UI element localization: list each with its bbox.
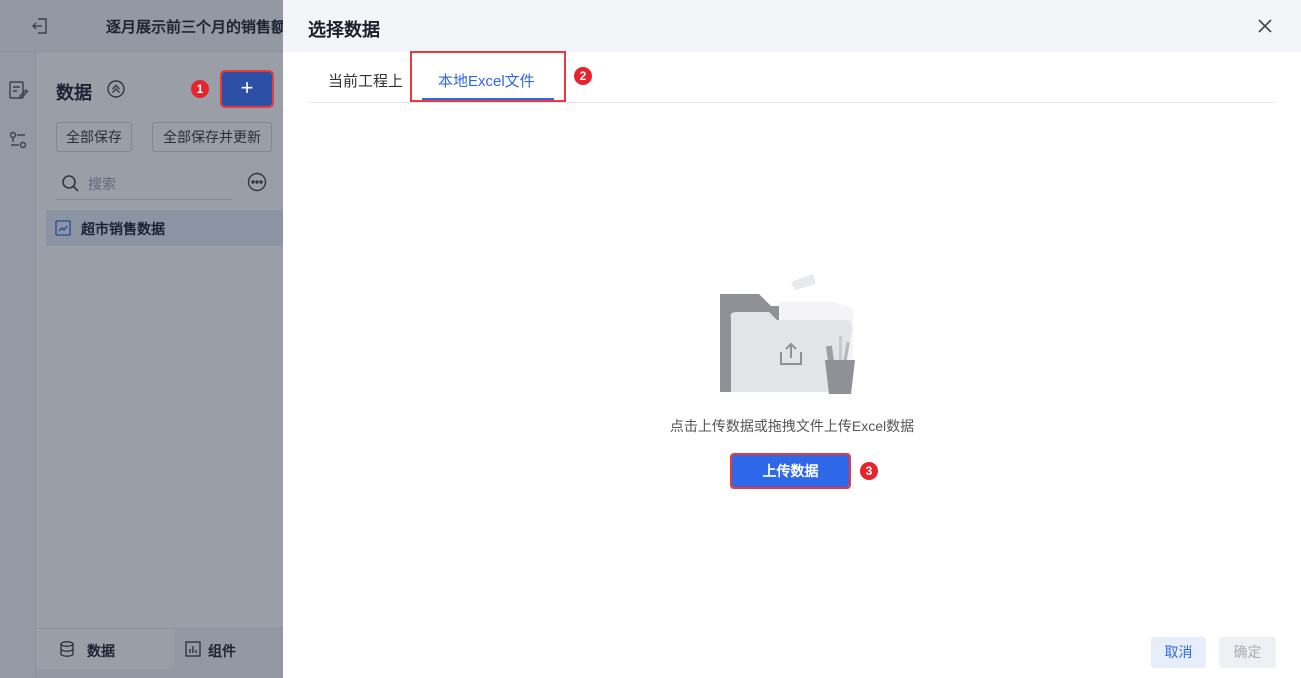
tab-current-project[interactable]: 当前工程上 (328, 70, 403, 91)
dialog-header: 选择数据 (283, 0, 1301, 52)
search-icon (62, 175, 79, 192)
bar-chart-icon (185, 641, 201, 657)
tab-data[interactable]: 数据 (36, 629, 174, 669)
report-title: 逐月展示前三个月的销售额 (106, 19, 283, 36)
source-tabs: 当前工程上 本地Excel文件 2 (308, 51, 1276, 103)
close-icon[interactable] (1255, 16, 1275, 36)
database-icon (60, 641, 74, 657)
upload-data-button[interactable]: 上传数据 (730, 453, 851, 489)
step-badge-3: 3 (860, 462, 878, 480)
upload-hint: 点击上传数据或拖拽文件上传Excel数据 (669, 418, 915, 434)
tab-local-excel-label: 本地Excel文件 (438, 73, 535, 90)
confirm-button[interactable]: 确定 (1219, 637, 1276, 668)
tab-components[interactable]: 组件 (174, 629, 283, 669)
side-rail (0, 52, 36, 678)
search-input[interactable] (88, 173, 228, 195)
dialog-title: 选择数据 (308, 20, 380, 40)
dataset-item-label: 超市销售数据 (81, 221, 165, 237)
bottom-tabs: 数据 组件 (36, 628, 283, 678)
select-data-dialog: 选择数据 当前工程上 本地Excel文件 2 点击上传数据或拖拽文件上传Exce… (283, 0, 1301, 678)
folder-upload-icon (720, 274, 855, 394)
collapse-up-icon[interactable] (106, 79, 126, 99)
app-topbar: 逐月展示前三个月的销售额 (0, 0, 283, 52)
cancel-button[interactable]: 取消 (1151, 637, 1206, 668)
data-panel: 数据 全部保存 全部保存并更新 超市销售数据 (36, 52, 283, 628)
data-edit-icon[interactable] (6, 78, 30, 102)
panel-title: 数据 (56, 83, 92, 103)
save-all-update-button[interactable]: 全部保存并更新 (152, 122, 272, 152)
tab-data-label: 数据 (87, 643, 115, 659)
dataset-item[interactable]: 超市销售数据 (46, 210, 283, 246)
save-all-button[interactable]: 全部保存 (56, 122, 132, 152)
tab-components-label: 组件 (208, 643, 236, 659)
app-left-panel: 逐月展示前三个月的销售额 数据 全部保存 全部保存并更新 超市销 (0, 0, 283, 678)
search-box (56, 168, 232, 200)
tab-local-excel[interactable]: 本地Excel文件 (410, 51, 566, 102)
step-badge-2: 2 (574, 67, 592, 85)
dataset-icon (55, 220, 71, 236)
more-options-icon[interactable] (246, 171, 268, 193)
tab-underline (422, 98, 554, 100)
relation-icon[interactable] (6, 128, 30, 152)
exit-icon[interactable] (28, 14, 52, 38)
